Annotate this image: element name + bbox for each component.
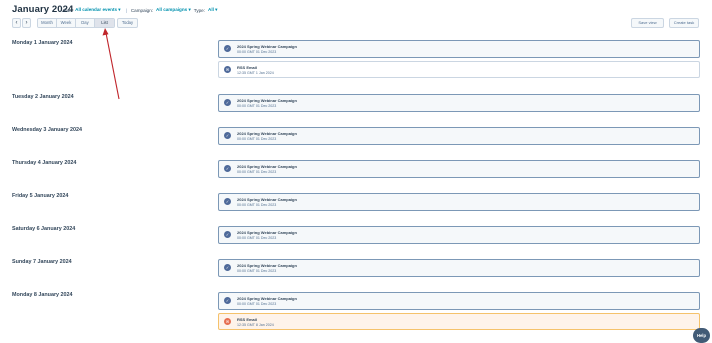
- day-label: Monday 8 January 2024: [12, 292, 73, 298]
- previous-button[interactable]: ‹: [12, 18, 21, 28]
- campaign-filter-label: Campaign:: [130, 7, 154, 13]
- event-name: 2024 Spring Webinar Campaign: [237, 230, 297, 235]
- event-name: RSS Email: [237, 317, 258, 322]
- event-name: 2024 Spring Webinar Campaign: [237, 98, 297, 103]
- calendar-event[interactable]: ✓ 2024 Spring Webinar Campaign 00:00 GMT…: [218, 160, 700, 178]
- campaign-filter-dropdown[interactable]: All campaigns ▾: [156, 7, 191, 13]
- calendar-filters: View: All calendar events ▾ | Campaign: …: [61, 7, 220, 13]
- event-time: 00:00 GMT 01 Dec 2023: [237, 137, 277, 141]
- event-time: 00:00 GMT 01 Dec 2023: [237, 203, 277, 207]
- save-view-label: Save view: [638, 20, 657, 25]
- help-button[interactable]: Help: [693, 328, 710, 343]
- type-filter-label: Type:: [193, 7, 206, 13]
- event-time: 00:00 GMT 01 Dec 2023: [237, 236, 277, 240]
- day-label: Friday 5 January 2024: [12, 193, 69, 199]
- event-name: 2024 Spring Webinar Campaign: [237, 197, 297, 202]
- calendar-event[interactable]: ✓ 2024 Spring Webinar Campaign 00:00 GMT…: [218, 259, 700, 277]
- event-time: 00:00 GMT 01 Dec 2023: [237, 302, 277, 306]
- event-time: 12:35 GMT 1 Jan 2024: [237, 71, 274, 75]
- day-label: Saturday 6 January 2024: [12, 226, 76, 232]
- campaign-icon: ✓: [224, 132, 231, 139]
- filter-separator: |: [125, 7, 127, 13]
- event-time: 00:00 GMT 01 Dec 2023: [237, 269, 277, 273]
- calendar-event[interactable]: ✓ 2024 Spring Webinar Campaign 00:00 GMT…: [218, 226, 700, 244]
- email-icon: ✉: [224, 66, 231, 73]
- calendar-event[interactable]: ✓ 2024 Spring Webinar Campaign 00:00 GMT…: [218, 193, 700, 211]
- campaign-icon: ✓: [224, 231, 231, 238]
- event-name: 2024 Spring Webinar Campaign: [237, 296, 297, 301]
- email-icon: ✉: [224, 318, 231, 325]
- view-month-button[interactable]: Month: [38, 19, 57, 27]
- view-list-button[interactable]: List: [95, 19, 114, 27]
- event-name: 2024 Spring Webinar Campaign: [237, 44, 297, 49]
- event-time: 00:00 GMT 01 Dec 2023: [237, 170, 277, 174]
- view-week-button[interactable]: Week: [57, 19, 76, 27]
- campaign-icon: ✓: [224, 297, 231, 304]
- calendar-event[interactable]: ✉ RSS Email 12:35 GMT 8 Jan 2024: [218, 313, 700, 330]
- view-filter-label: View:: [61, 7, 73, 13]
- campaign-icon: ✓: [224, 45, 231, 52]
- event-name: 2024 Spring Webinar Campaign: [237, 263, 297, 268]
- save-view-button[interactable]: Save view: [631, 18, 664, 28]
- calendar-event[interactable]: ✓ 2024 Spring Webinar Campaign 00:00 GMT…: [218, 292, 700, 310]
- day-label: Tuesday 2 January 2024: [12, 94, 74, 100]
- view-switcher: Month Week Day List: [37, 18, 115, 28]
- event-time: 12:35 GMT 8 Jan 2024: [237, 323, 274, 327]
- day-label: Sunday 7 January 2024: [12, 259, 72, 265]
- event-name: 2024 Spring Webinar Campaign: [237, 164, 297, 169]
- campaign-icon: ✓: [224, 198, 231, 205]
- campaign-icon: ✓: [224, 264, 231, 271]
- campaign-icon: ✓: [224, 99, 231, 106]
- day-label: Monday 1 January 2024: [12, 40, 73, 46]
- day-label: Wednesday 3 January 2024: [12, 127, 83, 133]
- view-day-button[interactable]: Day: [76, 19, 95, 27]
- today-button[interactable]: Today: [117, 18, 138, 28]
- event-name: RSS Email: [237, 65, 258, 70]
- type-filter-dropdown[interactable]: All ▾: [208, 7, 217, 13]
- event-name: 2024 Spring Webinar Campaign: [237, 131, 297, 136]
- calendar-event[interactable]: ✉ RSS Email 12:35 GMT 1 Jan 2024: [218, 61, 700, 78]
- day-label: Thursday 4 January 2024: [12, 160, 77, 166]
- calendar-event[interactable]: ✓ 2024 Spring Webinar Campaign 00:00 GMT…: [218, 127, 700, 145]
- campaign-icon: ✓: [224, 165, 231, 172]
- calendar-event[interactable]: ✓ 2024 Spring Webinar Campaign 00:00 GMT…: [218, 94, 700, 112]
- calendar-event[interactable]: ✓ 2024 Spring Webinar Campaign 00:00 GMT…: [218, 40, 700, 58]
- event-time: 00:00 GMT 01 Dec 2023: [237, 50, 277, 54]
- event-time: 00:00 GMT 01 Dec 2023: [237, 104, 277, 108]
- view-filter-dropdown[interactable]: All calendar events ▾: [75, 7, 120, 13]
- next-button[interactable]: ›: [22, 18, 31, 28]
- create-task-button[interactable]: Create task: [669, 18, 699, 28]
